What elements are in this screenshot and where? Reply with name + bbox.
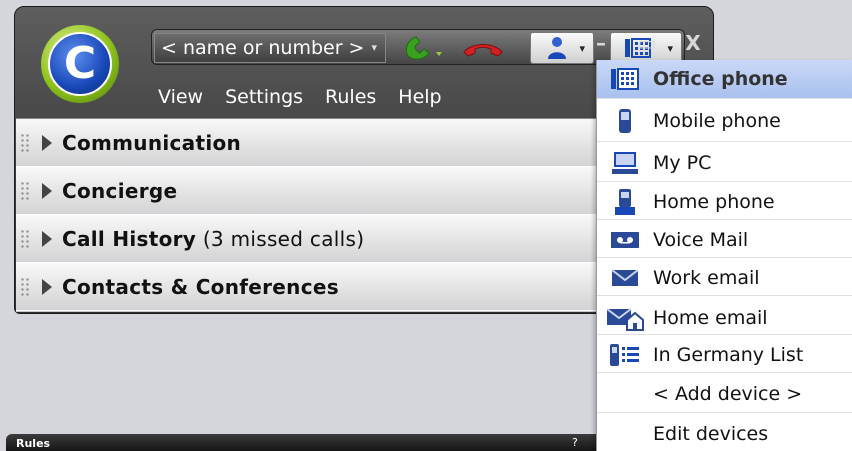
device-item-my-pc[interactable]: My PC — [597, 144, 852, 182]
help-button[interactable]: ? — [572, 436, 578, 449]
hangup-button[interactable] — [458, 32, 508, 64]
chevron-down-icon: ▾ — [579, 42, 585, 55]
missed-calls-count: (3 missed calls) — [196, 227, 365, 251]
menu-help[interactable]: Help — [398, 86, 441, 108]
section-title: Communication — [62, 131, 242, 155]
section-title: Call History — [62, 227, 197, 251]
work-email-icon — [611, 269, 639, 286]
office-phone-icon — [611, 68, 639, 90]
device-item-office-phone[interactable]: Office phone — [597, 60, 852, 98]
section-title: Contacts & Conferences — [62, 275, 339, 299]
device-item-home-phone[interactable]: Home phone — [597, 183, 852, 221]
app-logo[interactable]: C — [41, 25, 119, 103]
phone-hangup-icon — [463, 44, 503, 57]
device-item-label: Home phone — [653, 191, 775, 213]
device-item-label: Home email — [653, 307, 768, 329]
device-item-label: Mobile phone — [653, 110, 781, 132]
edit-devices-item[interactable]: Edit devices — [597, 415, 852, 451]
add-device-item[interactable]: < Add device > — [597, 375, 852, 413]
call-button[interactable] — [398, 32, 448, 64]
expand-arrow-icon[interactable] — [42, 279, 52, 295]
device-item-voice-mail[interactable]: Voice Mail — [597, 221, 852, 259]
logo-letter: C — [63, 38, 97, 89]
rules-window-titlebar[interactable]: Rules ? — [6, 434, 606, 451]
device-item-work-email[interactable]: Work email — [597, 259, 852, 297]
expand-arrow-icon[interactable] — [42, 135, 52, 151]
device-item-label: My PC — [653, 152, 712, 174]
presence-button[interactable]: ▾ — [530, 32, 594, 64]
menu-bar: View Settings Rules Help — [158, 86, 442, 108]
chevron-down-icon[interactable]: ▾ — [371, 34, 377, 62]
device-item-label: In Germany List — [653, 344, 804, 366]
mobile-phone-icon — [619, 109, 631, 133]
phone-call-icon — [405, 36, 442, 60]
section-title: Concierge — [62, 179, 178, 203]
menu-settings[interactable]: Settings — [225, 86, 303, 108]
device-item-mobile-phone[interactable]: Mobile phone — [597, 102, 852, 140]
drag-grip-icon[interactable] — [20, 181, 30, 201]
user-presence-icon — [548, 37, 566, 59]
device-item-in-germany-list[interactable]: In Germany List — [597, 336, 852, 374]
drag-grip-icon[interactable] — [20, 229, 30, 249]
drag-grip-icon[interactable] — [20, 133, 30, 153]
window-controls: – ▭ X — [591, 31, 703, 55]
minimize-button[interactable]: – — [591, 31, 611, 55]
maximize-button[interactable]: ▭ — [637, 31, 657, 55]
menu-rules[interactable]: Rules — [325, 86, 376, 108]
rules-window-title: Rules — [16, 437, 51, 450]
edit-devices-label: Edit devices — [653, 423, 769, 445]
menu-view[interactable]: View — [158, 86, 203, 108]
pc-icon — [612, 152, 638, 174]
device-item-label: Office phone — [653, 68, 788, 90]
home-email-icon — [606, 308, 644, 331]
drag-grip-icon[interactable] — [20, 277, 30, 297]
add-device-label: < Add device > — [653, 383, 803, 405]
expand-arrow-icon[interactable] — [42, 231, 52, 247]
expand-arrow-icon[interactable] — [42, 183, 52, 199]
home-phone-icon — [615, 189, 635, 215]
device-dropdown-menu: Office phone Mobile phone My PC Home pho… — [596, 60, 852, 451]
voicemail-icon — [611, 232, 639, 248]
name-or-number-placeholder: < name or number > — [161, 37, 365, 59]
device-item-home-email[interactable]: Home email — [597, 299, 852, 337]
device-item-label: Voice Mail — [653, 229, 749, 251]
name-or-number-input[interactable]: < name or number > ▾ — [154, 33, 386, 63]
device-item-label: Work email — [653, 267, 760, 289]
device-list-icon — [610, 344, 639, 366]
close-button[interactable]: X — [683, 31, 703, 55]
